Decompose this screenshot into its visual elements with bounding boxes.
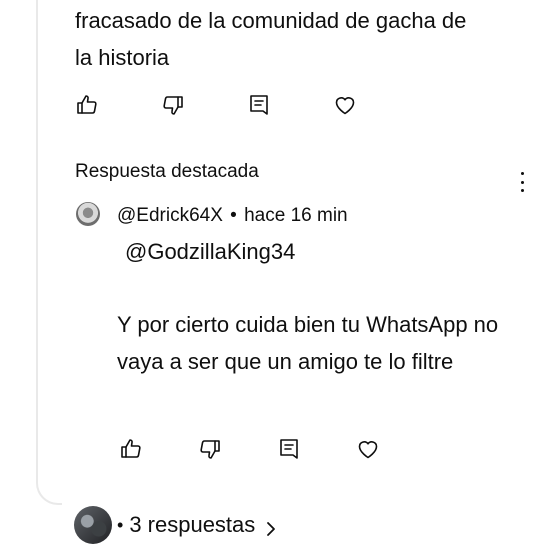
heart-icon (335, 97, 355, 115)
like-icon (121, 439, 141, 458)
reply-icon (280, 439, 298, 459)
reply-actions (117, 435, 382, 463)
replier-avatar[interactable] (74, 506, 112, 544)
reply-meta: @Edrick64X • hace 16 min (117, 204, 348, 228)
dislike-icon (163, 96, 183, 115)
view-replies-button[interactable]: • 3 respuestas (117, 512, 279, 538)
more-vert-icon-dot (520, 180, 524, 184)
reply-author-avatar[interactable] (76, 202, 100, 226)
more-vert-icon-dot (520, 172, 524, 175)
reply-dislike-button[interactable] (196, 435, 224, 463)
dislike-button[interactable] (159, 91, 187, 119)
heart-button[interactable] (331, 91, 359, 119)
comment-text: fracasado de la comunidad de gacha de la… (75, 8, 467, 70)
thread-line (36, 0, 62, 505)
replies-count: 3 respuestas (129, 512, 256, 537)
more-options-button[interactable] (512, 170, 532, 194)
reply-heart-button[interactable] (354, 435, 382, 463)
meta-separator: • (230, 205, 237, 226)
reply-reply-button[interactable] (275, 435, 303, 463)
reply-button[interactable] (245, 91, 273, 119)
reply-author[interactable]: @Edrick64X (117, 205, 223, 226)
reply-mention[interactable]: @GodzillaKing34 (117, 234, 547, 271)
reply-time: hace 16 min (244, 205, 348, 226)
chevron-right-icon (263, 517, 279, 536)
featured-reply-label: Respuesta destacada (75, 161, 259, 182)
comment-actions (73, 91, 359, 119)
heart-icon (358, 441, 378, 459)
reply-body: Y por cierto cuida bien tu WhatsApp no v… (117, 312, 499, 374)
reply-like-button[interactable] (117, 435, 145, 463)
reply-text: @GodzillaKing34 Y por cierto cuida bien … (117, 234, 547, 380)
dislike-icon (200, 440, 220, 459)
replies-dot: • (117, 515, 124, 535)
like-button[interactable] (73, 91, 101, 119)
like-icon (77, 95, 97, 114)
reply-icon (250, 95, 268, 115)
more-vert-icon-dot (520, 189, 524, 192)
